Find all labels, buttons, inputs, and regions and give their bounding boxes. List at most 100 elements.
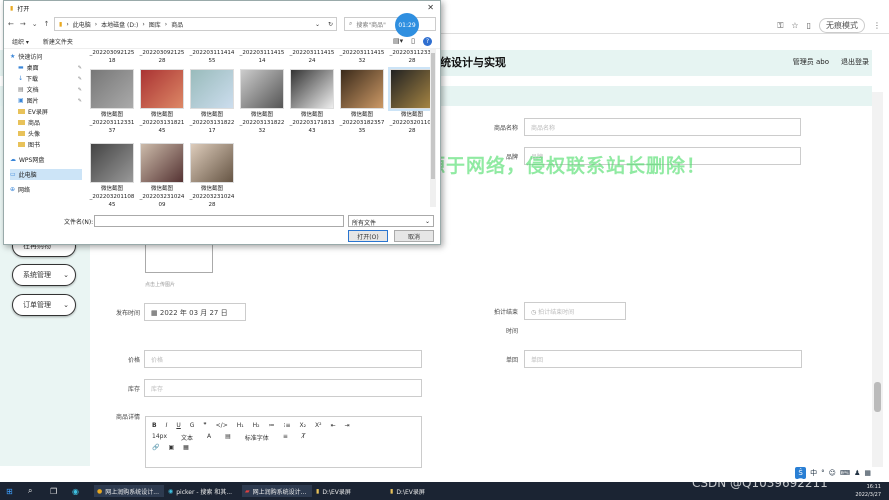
file-name[interactable]: 微信截图: [388, 111, 436, 119]
dialog-scroll-thumb[interactable]: [431, 53, 435, 179]
emoji-icon[interactable]: ☺: [829, 469, 836, 477]
unit-input[interactable]: 单回: [524, 350, 802, 368]
tree-item-books[interactable]: 图书: [10, 139, 82, 150]
rich-text-editor[interactable]: B I U G ❞ </> H₁ H₂ ≔ ⁝≡ X₂ X² ⇤ ⇥ 14px …: [145, 416, 422, 468]
video-icon[interactable]: ▦: [183, 444, 189, 451]
dialog-scrollbar[interactable]: [430, 49, 436, 207]
path-segment[interactable]: 此电脑: [73, 20, 91, 29]
taskbar-item-folder2[interactable]: ▮ D:\EV录屏: [390, 485, 460, 497]
task-view-icon[interactable]: ❐: [50, 485, 57, 497]
font-color-button[interactable]: A: [207, 433, 211, 442]
indent-button[interactable]: ⇥: [345, 422, 350, 429]
page-scrollbar[interactable]: [872, 92, 883, 467]
forward-icon[interactable]: →: [20, 20, 26, 28]
h1-button[interactable]: H₁: [237, 422, 244, 429]
chevron-down-icon[interactable]: ⌄: [315, 21, 320, 28]
dialog-search-input[interactable]: ⌕ 搜索"商品": [344, 17, 436, 31]
file-id[interactable]: _202203182357 35: [338, 119, 386, 135]
refresh-icon[interactable]: ↻: [328, 21, 333, 28]
search-icon[interactable]: ⌕: [28, 485, 32, 497]
outdent-button[interactable]: ⇤: [331, 422, 336, 429]
address-bar[interactable]: ▮ › 此电脑 › 本地磁盘 (D:) › 图库 › 商品 ⌄ ↻: [54, 17, 337, 31]
windows-start-icon[interactable]: ⊞: [6, 485, 13, 497]
taskbar-item-chrome[interactable]: ● 网上润购系统设计...: [94, 485, 164, 497]
block-type-select[interactable]: 文本: [181, 433, 193, 442]
file-id[interactable]: _202203131822 32: [238, 119, 286, 135]
file-thumbnail[interactable]: [190, 69, 234, 109]
up-icon[interactable]: ↑: [44, 20, 50, 28]
tree-item-pictures[interactable]: ▣ 图片 ✎: [10, 95, 82, 106]
strike-button[interactable]: G: [190, 422, 195, 429]
file-thumbnail[interactable]: [240, 69, 284, 109]
file-id[interactable]: _202203131821 45: [138, 119, 186, 135]
menu-icon[interactable]: ⋮: [873, 21, 881, 30]
underline-button[interactable]: U: [176, 422, 180, 429]
publish-date-input[interactable]: ▦ 2022 年 03 月 27 日: [144, 303, 246, 321]
file-thumbnail[interactable]: [290, 69, 334, 109]
filename-input[interactable]: [94, 215, 344, 227]
tree-item-desktop[interactable]: ▬ 桌面 ✎: [10, 62, 82, 73]
file-thumbnail[interactable]: [140, 69, 184, 109]
file-caption[interactable]: _202203111414 55: [188, 49, 236, 65]
product-name-input[interactable]: 商品名称: [524, 118, 801, 136]
open-button[interactable]: 打开(O): [348, 230, 388, 242]
file-id[interactable]: _202203201108 45: [88, 193, 136, 209]
file-id[interactable]: _202203231024 28: [188, 193, 236, 209]
nav-order[interactable]: 订单管理 ⌄: [12, 294, 76, 316]
file-name[interactable]: 微信截图: [88, 185, 136, 193]
close-icon[interactable]: ✕: [427, 3, 434, 12]
file-name[interactable]: 微信截图: [188, 185, 236, 193]
grid-icon[interactable]: ▦: [864, 469, 871, 477]
tree-item-wps[interactable]: ☁ WPS网盘: [10, 154, 82, 165]
help-icon[interactable]: ?: [423, 37, 432, 46]
stock-input[interactable]: 库存: [144, 379, 422, 397]
browser-address-bar[interactable]: ⚿ ☆ ▯ 无痕模式 ⋮: [440, 14, 889, 34]
chevron-down-icon[interactable]: ⌄: [32, 20, 38, 28]
bullet-list-button[interactable]: ⁝≡: [284, 422, 291, 429]
keyboard-icon[interactable]: ⌨: [840, 469, 850, 477]
tree-item-downloads[interactable]: ↓ 下载 ✎: [10, 73, 82, 84]
key-icon[interactable]: ⚿: [777, 21, 783, 31]
nav-system[interactable]: 系统管理 ⌄: [12, 264, 76, 286]
file-name[interactable]: 微信截图: [88, 111, 136, 119]
image-icon[interactable]: ▣: [168, 444, 174, 451]
logout-link[interactable]: 退出登录: [841, 57, 869, 67]
page-scroll-thumb[interactable]: [874, 382, 881, 412]
file-caption[interactable]: _202203111415 14: [238, 49, 286, 65]
file-thumbnail[interactable]: [388, 67, 436, 111]
price-input[interactable]: 价格: [144, 350, 422, 368]
edge-icon[interactable]: ◉: [72, 485, 79, 497]
back-icon[interactable]: ←: [8, 20, 14, 28]
quote-button[interactable]: ❞: [203, 422, 206, 429]
font-size-select[interactable]: 14px: [152, 433, 167, 442]
italic-button[interactable]: I: [166, 422, 168, 429]
file-thumbnail[interactable]: [340, 69, 384, 109]
view-icon[interactable]: ▤▾: [393, 37, 403, 46]
file-caption[interactable]: _202203111415 32: [338, 49, 386, 65]
skin-icon[interactable]: ♟: [854, 469, 860, 477]
h2-button[interactable]: H₂: [253, 422, 260, 429]
link-icon[interactable]: 🔗: [152, 444, 159, 451]
path-segment[interactable]: 本地磁盘 (D:): [101, 20, 138, 29]
file-id[interactable]: _202203231024 09: [138, 193, 186, 209]
star-icon[interactable]: ☆: [791, 21, 798, 30]
file-caption[interactable]: _202203092125 28: [138, 49, 186, 65]
incognito-chip[interactable]: 无痕模式: [819, 18, 865, 33]
file-id[interactable]: _202203131822 17: [188, 119, 236, 135]
file-id[interactable]: _202203112331 37: [88, 119, 136, 135]
file-name[interactable]: 微信截图: [188, 111, 236, 119]
taskbar-item-word[interactable]: ▰ 网上润购系统设计...: [242, 485, 312, 497]
pane-icon[interactable]: ▯: [411, 37, 415, 46]
file-name[interactable]: 微信截图: [138, 111, 186, 119]
new-folder-button[interactable]: 新建文件夹: [43, 37, 73, 46]
taskbar-item-picker[interactable]: ◉ picker - 搜索 和其...: [168, 485, 238, 497]
file-name[interactable]: 微信截图: [238, 111, 286, 119]
bold-button[interactable]: B: [152, 422, 157, 429]
ordered-list-button[interactable]: ≔: [269, 422, 275, 429]
taskbar-item-folder1[interactable]: ▮ D:\EV录屏: [316, 485, 386, 497]
tree-item-avatar[interactable]: 头像: [10, 128, 82, 139]
file-thumbnail[interactable]: [90, 69, 134, 109]
subscript-button[interactable]: X₂: [300, 422, 307, 429]
organize-button[interactable]: 组织 ▾: [12, 37, 29, 46]
file-id[interactable]: _202203201108 28: [388, 119, 436, 135]
